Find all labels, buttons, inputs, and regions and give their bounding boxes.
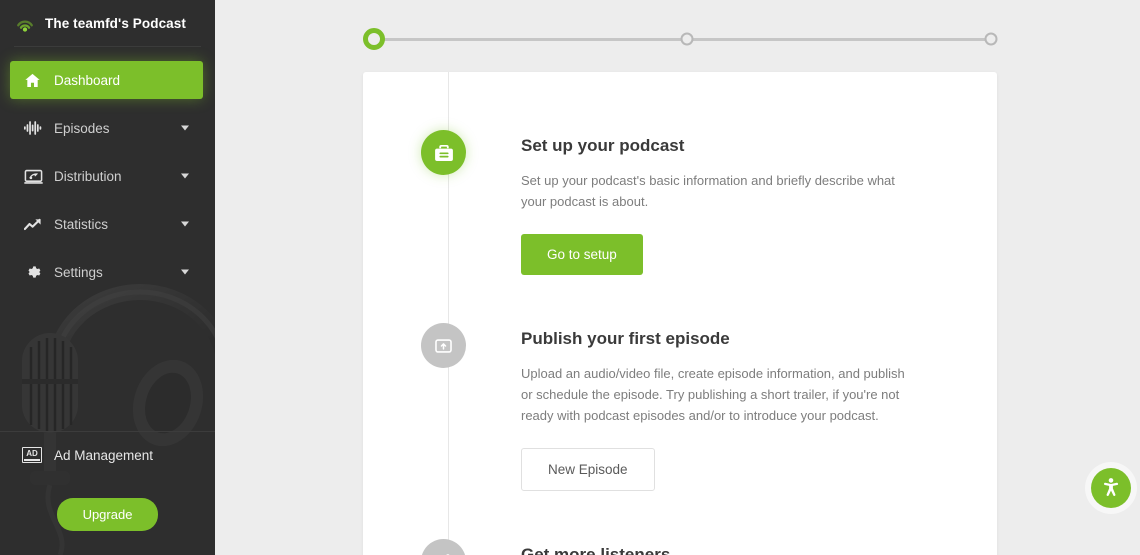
task-title: Get more listeners (521, 545, 671, 555)
task-description: Set up your podcast's basic information … (521, 173, 895, 209)
waveform-icon (24, 120, 46, 136)
onboarding-stepper (363, 28, 998, 50)
task-title: Publish your first episode (521, 329, 730, 348)
sidebar-item-dashboard[interactable]: Dashboard (10, 61, 203, 99)
task-setup-podcast: Set up your podcast Set up your podcast'… (363, 72, 997, 275)
sidebar: The teamfd's Podcast Dashboard Episodes … (0, 0, 215, 555)
upgrade-button[interactable]: Upgrade (56, 498, 159, 531)
sidebar-item-settings[interactable]: Settings (10, 253, 203, 291)
sidebar-item-label: Statistics (54, 216, 109, 232)
podcast-signal-icon (14, 14, 36, 32)
main-content: Set up your podcast Set up your podcast'… (215, 0, 1140, 555)
sidebar-nav: Dashboard Episodes Distribution Statisti… (0, 47, 215, 291)
task-title: Set up your podcast (521, 136, 685, 155)
trend-up-icon (24, 217, 46, 232)
ad-badge-icon: AD (22, 447, 42, 463)
chevron-down-icon[interactable] (181, 221, 189, 227)
accessibility-person-icon (1103, 478, 1119, 496)
chevron-down-icon[interactable] (181, 173, 189, 179)
chevron-down-icon[interactable] (181, 269, 189, 275)
app-root: The teamfd's Podcast Dashboard Episodes … (0, 0, 1140, 555)
sidebar-item-episodes[interactable]: Episodes (10, 109, 203, 147)
go-to-setup-button[interactable]: Go to setup (521, 234, 643, 275)
briefcase-icon (421, 130, 466, 175)
task-body: Set up your podcast Set up your podcast'… (483, 130, 997, 275)
sidebar-item-label: Dashboard (54, 72, 121, 88)
sidebar-item-label: Episodes (54, 120, 110, 136)
sidebar-item-statistics[interactable]: Statistics (10, 205, 203, 243)
chevron-down-icon[interactable] (181, 125, 189, 131)
broadcast-icon (24, 168, 46, 185)
task-description: Upload an audio/video file, create episo… (521, 366, 905, 423)
onboarding-card: Set up your podcast Set up your podcast'… (363, 72, 997, 555)
task-get-more-listeners: Get more listeners (363, 491, 997, 555)
sidebar-bottom: AD Ad Management Upgrade (0, 431, 215, 555)
home-icon (24, 72, 46, 89)
sidebar-item-ad-management[interactable]: AD Ad Management (0, 432, 215, 478)
task-icon-col (421, 539, 483, 555)
sidebar-item-label: Settings (54, 264, 103, 280)
upgrade-wrap: Upgrade (0, 478, 215, 555)
task-icon-col (421, 130, 483, 275)
task-body: Get more listeners (483, 539, 997, 555)
stepper-node-1[interactable] (363, 28, 385, 50)
sidebar-item-label: Distribution (54, 168, 122, 184)
sidebar-inner: The teamfd's Podcast Dashboard Episodes … (0, 0, 215, 555)
brand-title: The teamfd's Podcast (45, 15, 186, 31)
task-icon-col (421, 323, 483, 491)
sidebar-header: The teamfd's Podcast (0, 0, 215, 46)
task-publish-episode: Publish your first episode Upload an aud… (363, 275, 997, 491)
upload-media-icon (421, 323, 466, 368)
stepper-node-2[interactable] (680, 32, 694, 46)
new-episode-button[interactable]: New Episode (521, 448, 655, 491)
sidebar-item-label: Ad Management (54, 447, 154, 463)
accessibility-button[interactable] (1091, 468, 1131, 508)
stepper-node-3[interactable] (984, 32, 998, 46)
task-body: Publish your first episode Upload an aud… (483, 323, 997, 491)
gear-icon (24, 263, 46, 281)
share-icon (421, 539, 466, 555)
sidebar-item-distribution[interactable]: Distribution (10, 157, 203, 195)
